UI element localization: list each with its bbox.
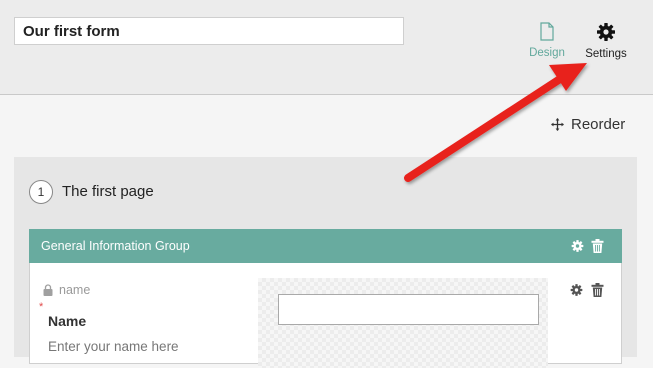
- move-arrows-icon: [551, 118, 564, 131]
- lock-icon: [43, 284, 53, 296]
- gear-icon[interactable]: [571, 239, 584, 253]
- name-preview-input[interactable]: [278, 294, 539, 325]
- page-panel: 1 The first page General Information Gro…: [14, 157, 637, 368]
- field-id-label: name: [59, 283, 91, 297]
- settings-button[interactable]: Settings: [582, 22, 630, 60]
- gear-icon[interactable]: [570, 283, 583, 297]
- field-actions: [570, 283, 604, 297]
- design-button[interactable]: Design: [525, 22, 569, 59]
- page-number-badge: 1: [29, 180, 53, 204]
- required-marker: *: [39, 301, 44, 313]
- field-placeholder-text[interactable]: Enter your name here: [48, 339, 179, 354]
- trash-icon[interactable]: [591, 239, 604, 253]
- top-toolbar: Design Settings: [0, 0, 653, 95]
- page-title[interactable]: The first page: [62, 183, 154, 200]
- trash-icon[interactable]: [591, 283, 604, 297]
- group-title: General Information Group: [41, 239, 190, 253]
- field-id: name: [43, 283, 90, 297]
- settings-label: Settings: [585, 48, 627, 60]
- document-icon: [540, 22, 554, 41]
- design-label: Design: [529, 47, 565, 59]
- gear-icon: [597, 23, 615, 41]
- reorder-button[interactable]: Reorder: [551, 116, 625, 133]
- field-card[interactable]: name * Name Enter your name here: [29, 263, 622, 368]
- reorder-label: Reorder: [571, 116, 626, 133]
- field-label[interactable]: Name: [48, 313, 86, 329]
- form-title-input[interactable]: [14, 17, 404, 45]
- group-header[interactable]: General Information Group: [29, 229, 622, 263]
- field-preview: [258, 278, 548, 368]
- group-actions: [571, 239, 604, 253]
